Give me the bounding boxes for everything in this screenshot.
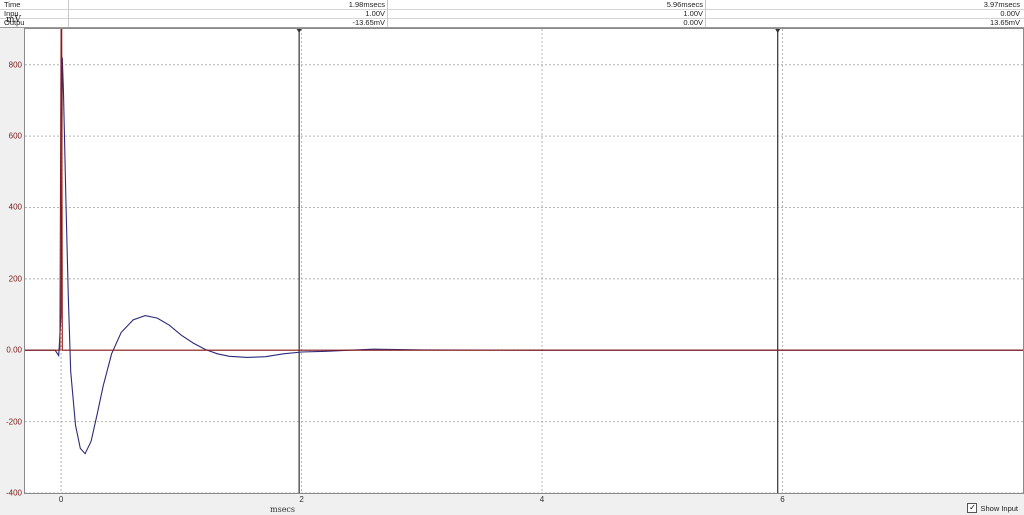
readout-label: Time bbox=[0, 0, 69, 9]
x-tick-label: 0 bbox=[58, 495, 64, 504]
readout-value: 5.96msecs bbox=[388, 0, 706, 9]
x-tick-label: 2 bbox=[299, 495, 304, 504]
show-input-label: Show Input bbox=[980, 503, 1018, 513]
output-trace bbox=[25, 57, 1023, 455]
readout-value: 0.00V bbox=[1000, 9, 1020, 18]
cursor-readout-table: Time 1.98msecs 5.96msecs 3.97msecs Inpu 1.00V… bbox=[0, 0, 1024, 28]
readout-value: 13.65mV bbox=[989, 18, 1020, 27]
y-tick-label: -400 bbox=[5, 488, 22, 498]
x-axis-label: msecs bbox=[270, 505, 296, 514]
readout-value: 1.00V bbox=[388, 9, 706, 18]
readout-value: 3.97msecs bbox=[983, 0, 1020, 9]
input-trace bbox=[25, 29, 1023, 351]
time-cursor-marker bbox=[775, 29, 781, 33]
x-tick-label: 4 bbox=[539, 495, 545, 504]
show-input-checkbox[interactable]: ✓ bbox=[967, 503, 978, 513]
time-cursor-marker bbox=[296, 29, 302, 33]
response-chart bbox=[25, 29, 1023, 493]
show-input-toggle[interactable]: ✓ Show Input bbox=[967, 503, 1018, 513]
readout-value: 1.98msecs bbox=[70, 0, 388, 9]
y-tick-label: 800 bbox=[8, 60, 22, 70]
y-tick-label: -200 bbox=[5, 417, 22, 427]
y-tick-label: 600 bbox=[8, 131, 22, 141]
readout-row: Outpu -13.65mV 0.00V 13.65mV bbox=[0, 18, 1024, 27]
plot-area[interactable] bbox=[24, 28, 1024, 494]
y-tick-label: 400 bbox=[8, 202, 22, 212]
readout-value: -13.65mV bbox=[70, 18, 388, 27]
y-tick-label: 200 bbox=[8, 274, 22, 284]
y-unit-label: mV bbox=[6, 15, 22, 25]
readout-value: 0.00V bbox=[388, 18, 706, 27]
x-tick-label: 6 bbox=[780, 495, 785, 504]
y-tick-label: 0.00 bbox=[6, 345, 22, 355]
readout-value: 1.00V bbox=[70, 9, 388, 18]
